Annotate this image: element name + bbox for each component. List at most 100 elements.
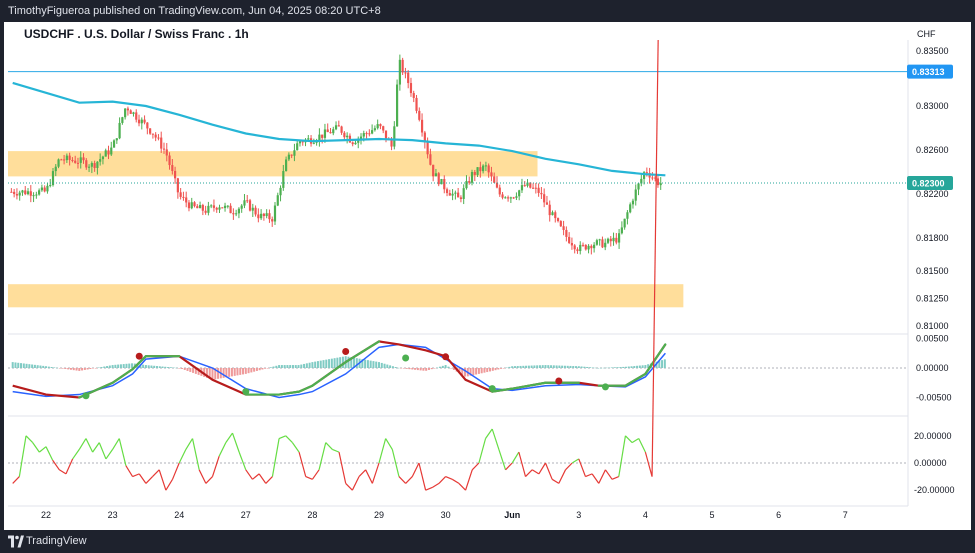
macd-histogram-bar: [502, 368, 505, 369]
candle-body: [334, 125, 338, 130]
oscillator-segment: [478, 438, 487, 464]
candle-body: [121, 117, 124, 123]
candle-body: [362, 133, 365, 137]
oscillator-segment: [125, 465, 134, 477]
macd-histogram-bar: [580, 366, 583, 368]
macd-histogram-bar: [172, 367, 175, 369]
macd-histogram-bar: [111, 365, 114, 368]
candle-body: [32, 195, 35, 197]
oscillator-segment: [518, 451, 527, 477]
macd-histogram-bar: [588, 367, 591, 368]
oscillator-segment: [638, 438, 646, 453]
macd-histogram-bar: [305, 363, 308, 368]
oscillator-segment: [538, 462, 547, 475]
macd-histogram-bar: [25, 363, 28, 368]
oscillator-segment: [252, 473, 260, 480]
candle-body: [626, 212, 629, 219]
macd-histogram-bar: [17, 362, 20, 368]
candle-body: [445, 189, 449, 194]
macd-histogram-bar: [125, 363, 128, 368]
macd-histogram-bar: [242, 368, 245, 375]
price-tick-label: 0.82200: [916, 189, 949, 199]
macd-cross-marker: [442, 353, 450, 361]
macd-histogram-bar: [117, 364, 120, 368]
macd-histogram-bar: [267, 368, 269, 369]
oscillator-segment: [591, 473, 600, 484]
oscillator-segment: [585, 473, 593, 478]
oscillator-segment: [378, 438, 387, 464]
candle-body: [154, 134, 157, 138]
oscillator-segment: [132, 473, 140, 478]
candle-body: [418, 110, 421, 120]
candle-body: [235, 213, 238, 215]
oscillator-segment: [531, 469, 540, 475]
candle-body: [326, 129, 329, 133]
macd-histogram-bar: [561, 365, 564, 368]
candle-body: [237, 208, 241, 214]
candle-body: [537, 187, 540, 193]
macd-histogram-bar: [380, 362, 383, 368]
oscillator-segment: [198, 469, 207, 484]
macd-histogram-bar: [83, 368, 86, 370]
oscillator-segment: [205, 476, 213, 484]
macd-histogram-bar: [477, 368, 480, 374]
candle-body: [590, 245, 593, 249]
macd-histogram-bar: [147, 365, 150, 368]
macd-histogram-bar: [39, 365, 42, 368]
candle-body: [346, 135, 349, 138]
macd-histogram-bar: [283, 365, 286, 368]
candle-body: [457, 192, 460, 198]
candle-body: [509, 197, 512, 199]
oscillator-segment: [332, 448, 340, 453]
oscillator-segment: [245, 469, 253, 480]
last-price-label: 0.82300: [912, 179, 945, 189]
macd-histogram-bar: [253, 368, 256, 372]
oscillator-segment: [505, 462, 513, 471]
candle-body: [90, 163, 93, 167]
oscillator-segment: [92, 442, 100, 453]
oscillator-segment: [238, 451, 247, 471]
oscillator-segment: [511, 451, 520, 464]
candle-body: [407, 72, 410, 84]
candle-body: [110, 147, 113, 155]
currency-label[interactable]: CHF: [917, 29, 936, 39]
macd-histogram-bar: [347, 356, 350, 368]
macd-histogram-bar: [128, 363, 131, 368]
candle-body: [373, 128, 376, 131]
macd-histogram-bar: [533, 365, 536, 368]
macd-histogram-bar: [527, 365, 530, 368]
oscillator-segment: [271, 438, 280, 477]
time-tick-label: 23: [108, 510, 118, 520]
macd-line-bull-segment: [644, 343, 667, 375]
macd-histogram-bar: [280, 365, 283, 368]
candle-body: [629, 204, 632, 213]
macd-histogram-bar: [378, 362, 380, 368]
candle-body: [132, 112, 135, 114]
macd-histogram-bar: [114, 364, 117, 368]
macd-cross-marker: [342, 347, 350, 355]
oscillator-segment: [298, 451, 307, 477]
oscillator-segment: [438, 476, 447, 484]
chart-canvas[interactable]: 0.83500 0.83000 0.82600 0.82200 0.81800 0.815…: [0, 0, 975, 553]
macd-histogram-bar: [427, 368, 430, 370]
macd-histogram-bar: [591, 367, 594, 368]
candle-body: [296, 143, 299, 151]
candle-body: [46, 185, 49, 192]
macd-histogram-bar: [586, 366, 589, 368]
oscillator-segment: [98, 442, 107, 460]
macd-histogram-bar: [192, 368, 195, 373]
macd-histogram-bar: [472, 368, 475, 376]
candle-body: [65, 155, 68, 161]
macd-histogram-bar: [150, 365, 153, 368]
macd-histogram-bar: [314, 361, 317, 368]
macd-histogram-bar: [161, 366, 164, 368]
oscillator-segment: [385, 438, 393, 450]
macd-histogram-bar: [222, 368, 225, 378]
oscillator-segment: [59, 469, 67, 475]
macd-tick-label: -0.00500: [916, 393, 952, 403]
macd-histogram-bar: [247, 368, 250, 374]
oscillator-segment: [465, 469, 473, 491]
macd-histogram-bar: [583, 366, 586, 368]
macd-histogram-bar: [303, 363, 306, 368]
oscillator-segment: [112, 438, 120, 450]
